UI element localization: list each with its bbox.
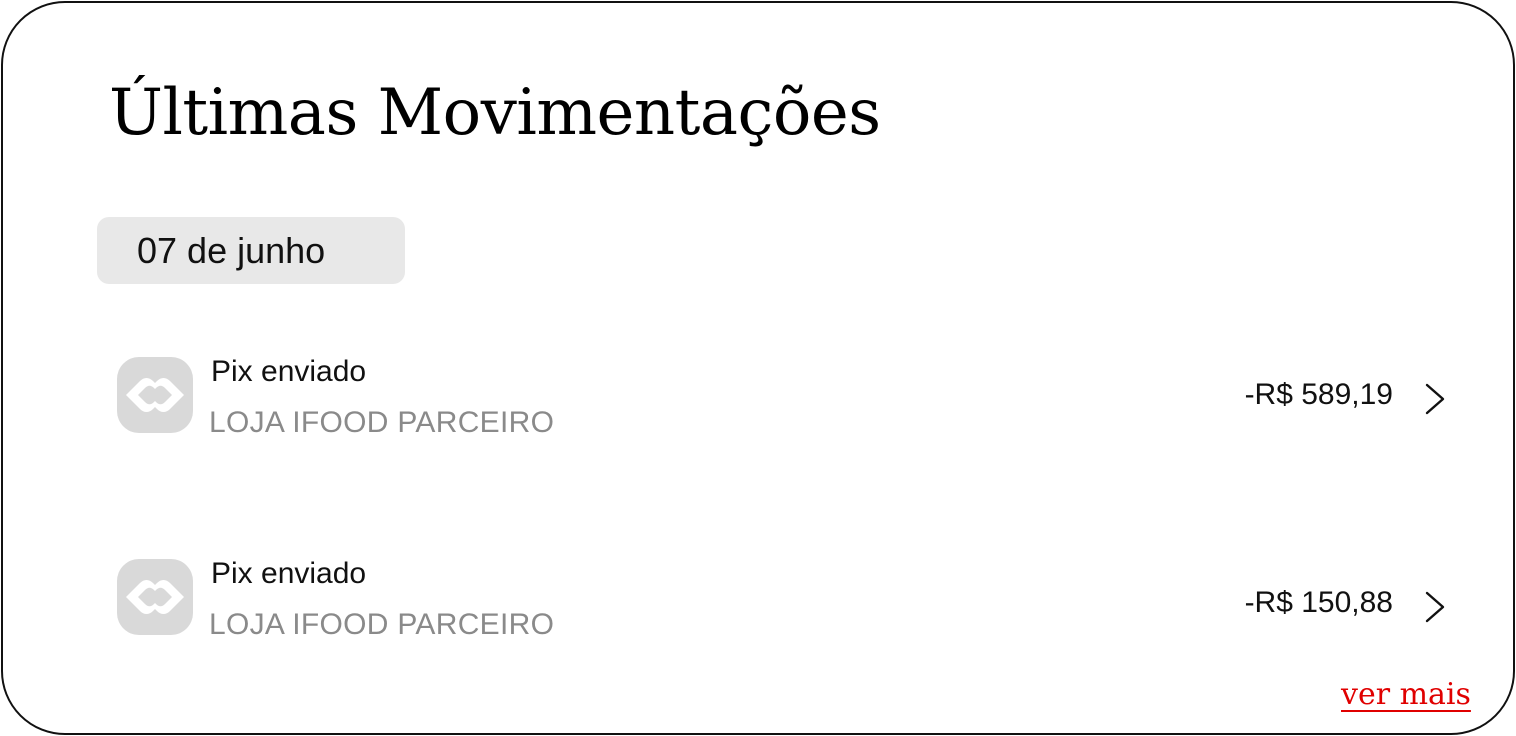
- see-more-link[interactable]: ver mais: [1341, 675, 1471, 715]
- chevron-right-icon[interactable]: [1423, 381, 1447, 417]
- transaction-type: Pix enviado: [211, 355, 367, 388]
- transaction-row[interactable]: Pix enviado LOJA IFOOD PARCEIRO -R$ 589,…: [113, 347, 1453, 447]
- transaction-merchant: LOJA IFOOD PARCEIRO: [209, 406, 555, 439]
- transaction-row[interactable]: Pix enviado LOJA IFOOD PARCEIRO -R$ 150,…: [113, 549, 1453, 649]
- date-group-label: 07 de junho: [137, 230, 326, 271]
- pix-icon: [117, 559, 193, 635]
- chevron-right-icon[interactable]: [1423, 589, 1447, 625]
- pix-icon: [117, 357, 193, 433]
- transaction-amount: -R$ 589,19: [1244, 378, 1393, 411]
- date-group-chip: 07 de junho: [97, 217, 405, 284]
- transaction-amount: -R$ 150,88: [1244, 586, 1393, 619]
- transaction-type: Pix enviado: [211, 557, 367, 590]
- transaction-merchant: LOJA IFOOD PARCEIRO: [209, 608, 555, 641]
- transactions-card: Últimas Movimentações 07 de junho Pix en…: [1, 1, 1515, 735]
- card-title: Últimas Movimentações: [109, 76, 881, 150]
